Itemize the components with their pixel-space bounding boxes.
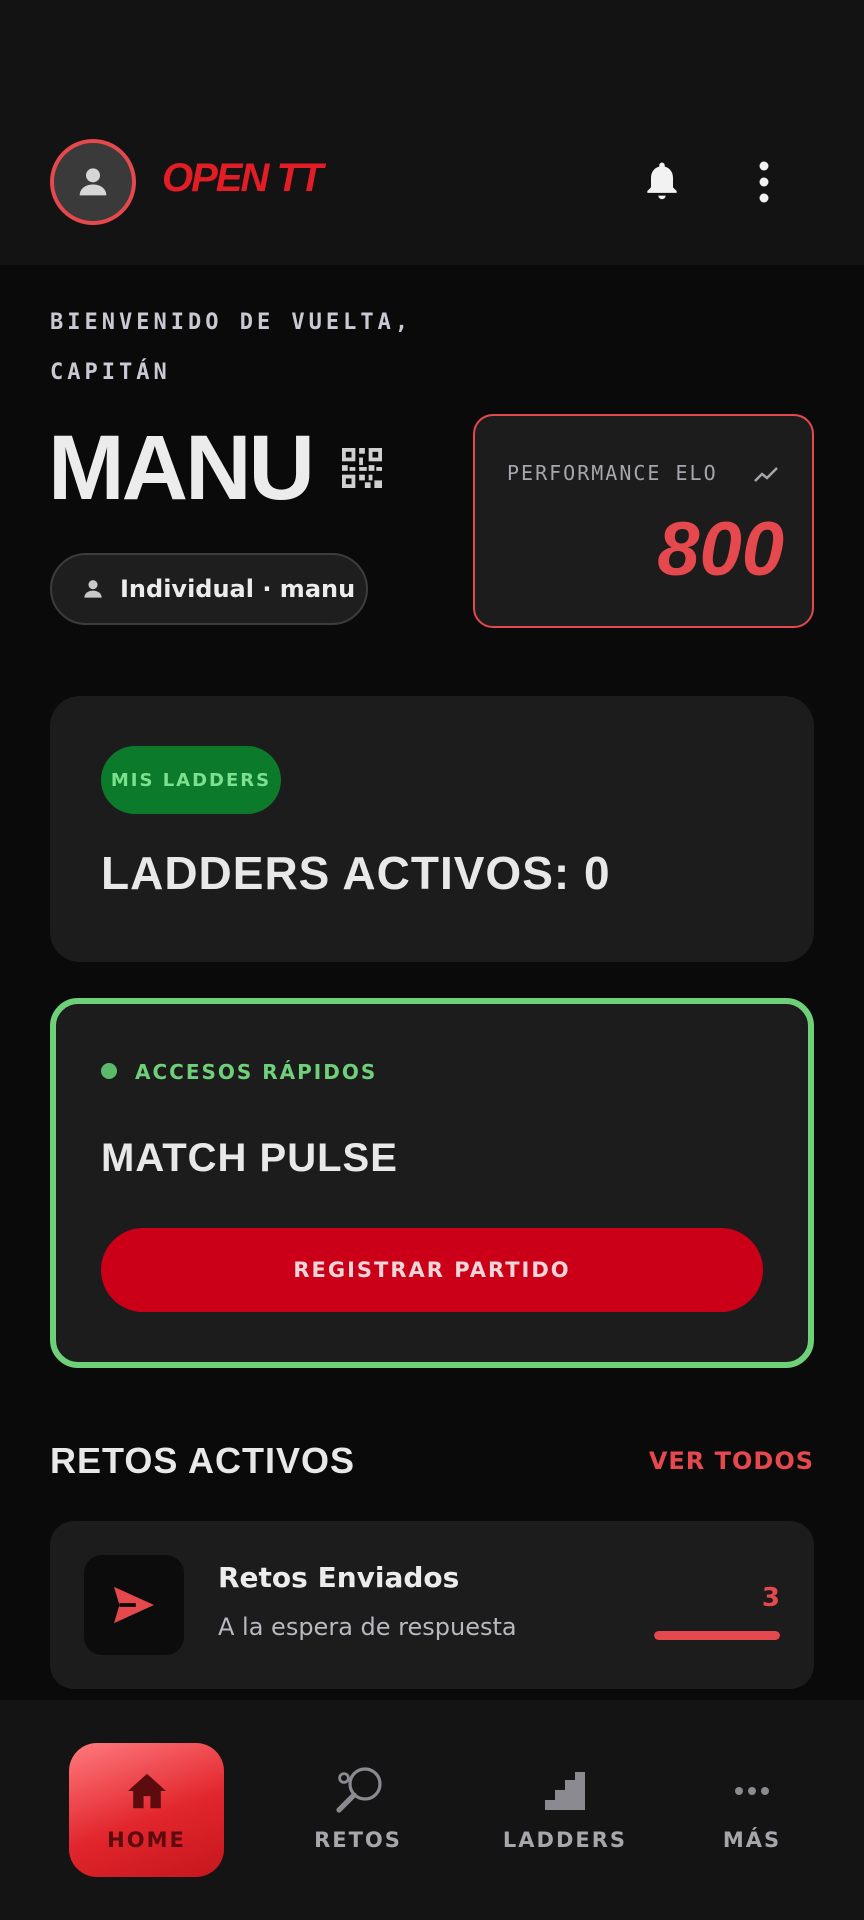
elo-label: PERFORMANCE ELO xyxy=(507,461,718,485)
nav-mas-label: MÁS xyxy=(722,1828,782,1852)
welcome-line-2: CAPITÁN xyxy=(50,360,171,385)
elo-value: 800 xyxy=(657,507,784,592)
username-title: MANU xyxy=(48,417,315,519)
challenge-count: 3 xyxy=(761,1583,780,1613)
active-challenges-title: RETOS ACTIVOS xyxy=(50,1440,356,1481)
nav-mas[interactable]: MÁS xyxy=(712,1743,792,1877)
active-ladders-count: LADDERS ACTIVOS: 0 xyxy=(101,847,611,899)
my-ladders-pill[interactable]: MIS LADDERS xyxy=(101,746,281,814)
challenge-item-sent[interactable]: Retos Enviados A la espera de respuesta … xyxy=(50,1521,814,1689)
my-ladders-card[interactable]: MIS LADDERS LADDERS ACTIVOS: 0 xyxy=(50,696,814,962)
paddle-icon xyxy=(336,1767,382,1813)
more-horizontal-icon xyxy=(735,1787,769,1795)
more-vertical-icon[interactable] xyxy=(752,160,776,204)
avatar[interactable] xyxy=(50,139,136,225)
nav-ladders[interactable]: LADDERS xyxy=(500,1743,630,1877)
performance-elo-card[interactable]: PERFORMANCE ELO 800 xyxy=(473,414,814,628)
register-match-button[interactable]: REGISTRAR PARTIDO xyxy=(101,1228,763,1312)
stairs-icon xyxy=(545,1772,585,1810)
quick-access-label: ACCESOS RÁPIDOS xyxy=(135,1060,378,1084)
challenge-subtitle: A la espera de respuesta xyxy=(218,1613,517,1641)
nav-retos[interactable]: RETOS xyxy=(296,1743,420,1877)
bottom-navigation: HOME RETOS LADDERS MÁS xyxy=(0,1700,864,1920)
profile-chip-label: Individual · manu xyxy=(120,575,356,603)
person-icon xyxy=(79,168,107,196)
challenge-progress-fill xyxy=(654,1631,780,1640)
send-icon xyxy=(84,1555,184,1655)
qr-code-icon[interactable] xyxy=(342,448,382,488)
top-app-bar: OPEN TT xyxy=(0,0,864,265)
app-logo-text: OPEN TT xyxy=(162,156,323,200)
challenge-title: Retos Enviados xyxy=(218,1561,460,1594)
profile-chip[interactable]: Individual · manu xyxy=(50,553,368,625)
quick-access-card: ACCESOS RÁPIDOS MATCH PULSE REGISTRAR PA… xyxy=(50,998,814,1368)
welcome-line-1: BIENVENIDO DE VUELTA, xyxy=(50,310,413,335)
bell-icon[interactable] xyxy=(640,156,684,204)
challenge-progress-bar xyxy=(654,1631,780,1640)
welcome-greeting: BIENVENIDO DE VUELTA, CAPITÁN xyxy=(50,298,470,398)
trending-up-icon xyxy=(754,467,778,482)
nav-home-label: HOME xyxy=(107,1828,186,1852)
nav-home[interactable]: HOME xyxy=(69,1743,224,1877)
home-icon xyxy=(127,1773,166,1809)
status-dot xyxy=(101,1063,117,1079)
see-all-link[interactable]: VER TODOS xyxy=(649,1447,814,1475)
nav-retos-label: RETOS xyxy=(314,1828,402,1852)
match-pulse-title: MATCH PULSE xyxy=(101,1136,398,1180)
nav-ladders-label: LADDERS xyxy=(502,1828,628,1852)
person-icon xyxy=(84,580,102,598)
